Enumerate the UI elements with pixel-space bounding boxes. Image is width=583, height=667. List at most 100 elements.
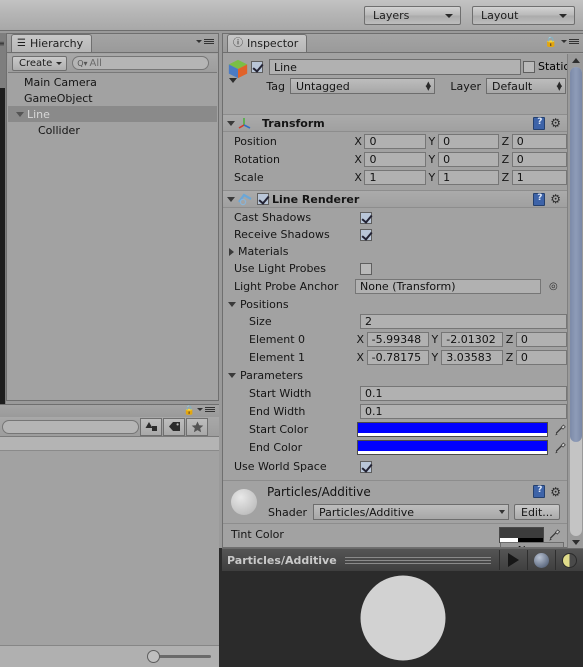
scale-label: Scale [234, 171, 264, 184]
rotation-y-input[interactable]: 0 [438, 152, 500, 167]
rotation-x-input[interactable]: 0 [364, 152, 426, 167]
start-width-input[interactable]: 0.1 [360, 386, 567, 401]
eyedropper-icon[interactable] [554, 423, 567, 437]
layout-dropdown[interactable]: Layout [472, 6, 575, 25]
cast-shadows-checkbox[interactable] [360, 211, 372, 224]
use-world-space-checkbox[interactable] [360, 460, 372, 473]
tag-filter-icon[interactable] [163, 417, 185, 436]
foldout-icon[interactable] [227, 196, 235, 202]
element-1-z-value: 0 [520, 351, 528, 364]
lock-icon[interactable]: 🔒 [184, 406, 195, 416]
scroll-up-button[interactable] [568, 54, 583, 67]
hierarchy-item-gameobject[interactable]: GameObject [8, 90, 217, 106]
scrollbar-track[interactable] [570, 67, 582, 536]
scale-x-input[interactable]: 1 [364, 170, 426, 185]
gameobject-enabled-checkbox[interactable] [251, 61, 263, 73]
shader-dropdown[interactable]: Particles/Additive [313, 504, 509, 520]
shapes-filter-icon[interactable] [140, 417, 162, 436]
lock-icon[interactable]: 🔒 [545, 37, 557, 48]
object-picker-icon[interactable]: ◎ [549, 281, 558, 292]
scrollbar-thumb[interactable] [570, 67, 582, 443]
rotation-z-input[interactable]: 0 [511, 152, 567, 167]
layers-dropdown[interactable]: Layers [364, 6, 461, 25]
foldout-icon[interactable] [227, 120, 235, 126]
project-content-area[interactable] [0, 451, 219, 645]
static-checkbox[interactable] [523, 60, 535, 73]
position-y-input[interactable]: 0 [438, 134, 500, 149]
element-0-x-input[interactable]: -5.99348 [366, 332, 429, 347]
eyedropper-icon[interactable] [554, 441, 567, 455]
element-0-y-input[interactable]: -2.01302 [441, 332, 504, 347]
gear-icon[interactable]: ⚙ [550, 486, 561, 498]
use-light-probes-checkbox[interactable] [360, 262, 372, 275]
tab-hierarchy[interactable]: ☰ Hierarchy [11, 34, 93, 52]
search-icon: Q▾ [77, 58, 88, 68]
element-0-z-input[interactable]: 0 [515, 332, 567, 347]
foldout-icon[interactable] [228, 373, 236, 378]
create-button[interactable]: Create [12, 55, 68, 71]
scale-z-input[interactable]: 1 [511, 170, 567, 185]
slider-knob[interactable] [147, 650, 160, 663]
start-color-swatch[interactable] [356, 422, 549, 437]
component-header-transform[interactable]: Transform ⚙ [223, 114, 567, 132]
materials-row[interactable]: Materials [223, 243, 567, 260]
eyedropper-icon[interactable] [548, 528, 561, 542]
foldout-icon[interactable] [229, 247, 234, 256]
parameters-row[interactable]: Parameters [223, 367, 567, 384]
project-options-menu[interactable] [197, 407, 215, 412]
shader-label: Shader [268, 505, 307, 519]
scale-y-input[interactable]: 1 [438, 170, 500, 185]
element-1-z-input[interactable]: 0 [515, 350, 567, 365]
position-x-input[interactable]: 0 [364, 134, 426, 149]
project-footer [0, 645, 219, 667]
positions-size-input[interactable]: 2 [360, 314, 567, 329]
tag-dropdown[interactable]: Untagged ▲ ▼ [290, 78, 435, 94]
tab-inspector[interactable]: ⓘ Inspector [227, 34, 308, 52]
hierarchy-search-input[interactable]: Q▾ All [72, 56, 210, 70]
hierarchy-item-label: Main Camera [24, 75, 97, 89]
receive-shadows-row: Receive Shadows [223, 226, 567, 243]
foldout-icon[interactable] [228, 302, 236, 307]
element-1-x-input[interactable]: -0.78175 [366, 350, 429, 365]
hierarchy-item-collider[interactable]: Collider [8, 122, 217, 138]
element-1-y-input[interactable]: 3.03583 [441, 350, 504, 365]
axis-y-label: Y [428, 135, 436, 148]
hierarchy-item-main-camera[interactable]: Main Camera [8, 74, 217, 90]
preview-shape-button[interactable] [527, 550, 555, 570]
line-renderer-enabled-checkbox[interactable] [257, 193, 269, 205]
component-header-line-renderer[interactable]: Line Renderer ⚙ [223, 190, 567, 208]
project-zoom-slider[interactable] [147, 650, 211, 663]
gameobject-name-input[interactable]: Line [269, 59, 521, 75]
particle-texture-objectfield[interactable]: None (Texture) [500, 542, 564, 547]
positions-size-value: 2 [365, 315, 372, 328]
preview-play-button[interactable] [499, 550, 527, 570]
light-probe-anchor-objectfield[interactable]: None (Transform) [355, 279, 541, 294]
project-panel: 🔒 [0, 404, 219, 667]
gear-icon[interactable]: ⚙ [550, 117, 561, 129]
help-book-icon[interactable] [533, 485, 546, 498]
layer-dropdown[interactable]: Default ▲ ▼ [486, 78, 566, 94]
end-width-input[interactable]: 0.1 [360, 404, 567, 419]
end-color-swatch[interactable] [356, 440, 549, 455]
preview-drag-grip[interactable] [344, 556, 491, 564]
shader-edit-button[interactable]: Edit... [514, 504, 560, 520]
inspector-scrollbar[interactable] [567, 54, 583, 549]
create-label: Create [19, 57, 53, 69]
gear-icon[interactable]: ⚙ [550, 193, 561, 205]
inspector-options-menu[interactable] [561, 39, 579, 44]
help-book-icon[interactable] [533, 116, 546, 130]
preview-lighting-button[interactable] [555, 550, 583, 570]
project-search-input[interactable] [2, 419, 139, 434]
preview-canvas[interactable] [223, 571, 582, 665]
favorite-star-icon[interactable] [186, 417, 208, 436]
hierarchy-options-menu[interactable] [196, 39, 214, 44]
hierarchy-item-line[interactable]: Line [8, 106, 217, 122]
receive-shadows-checkbox[interactable] [360, 228, 372, 241]
help-book-icon[interactable] [533, 192, 546, 206]
foldout-icon[interactable] [16, 111, 24, 117]
tint-color-swatch[interactable] [499, 526, 544, 543]
positions-row[interactable]: Positions [223, 296, 567, 313]
position-z-input[interactable]: 0 [511, 134, 567, 149]
rotation-z-value: 0 [516, 153, 524, 166]
static-toggle-group[interactable]: Static [523, 60, 567, 73]
